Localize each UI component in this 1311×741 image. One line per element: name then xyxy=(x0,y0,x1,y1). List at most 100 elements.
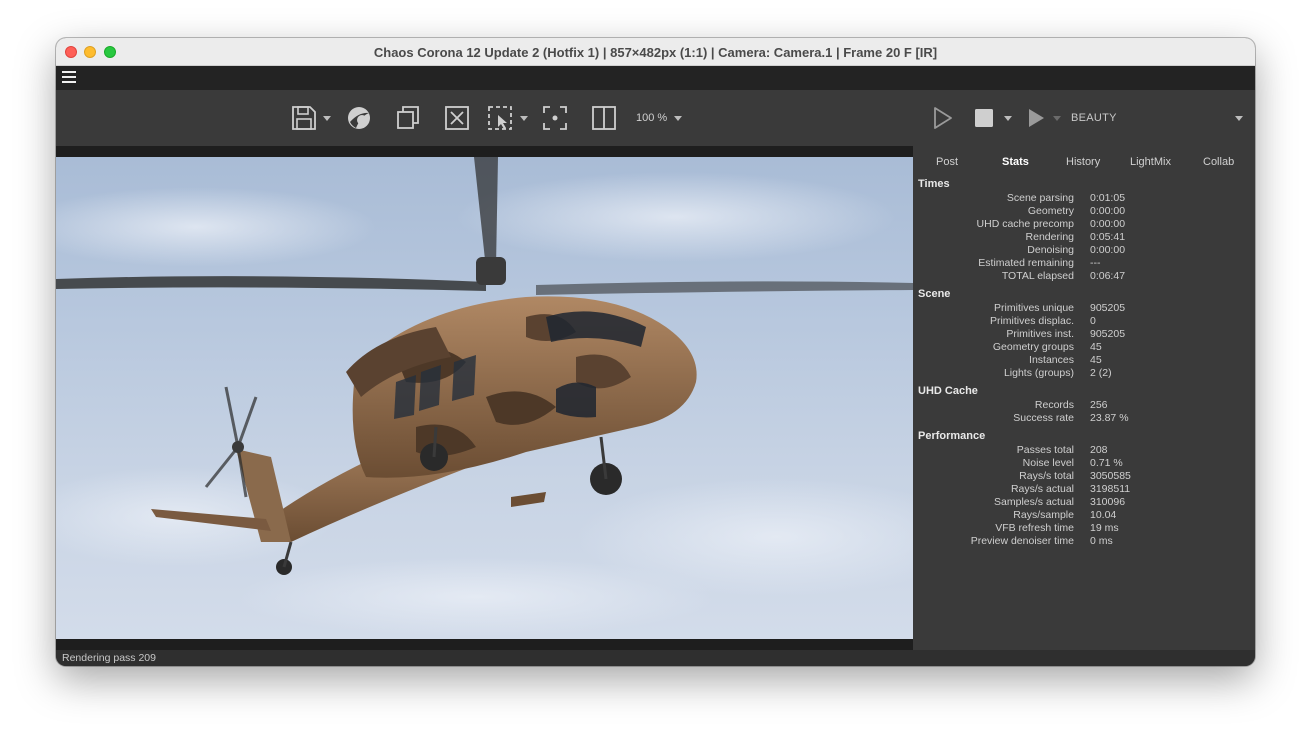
stat-value: 208 xyxy=(1090,444,1108,456)
stat-row: Rendering 0:05:41 xyxy=(913,231,1255,244)
section-performance-heading: Performance xyxy=(918,430,986,442)
stat-label: Noise level xyxy=(1022,457,1074,469)
menu-bar xyxy=(56,66,1255,90)
corona-logo-icon[interactable] xyxy=(345,104,373,132)
status-text: Rendering pass 209 xyxy=(62,652,156,664)
stat-row: Primitives displac. 0 xyxy=(913,315,1255,328)
stat-row: Scene parsing 0:01:05 xyxy=(913,192,1255,205)
vfb-window: Chaos Corona 12 Update 2 (Hotfix 1) | 85… xyxy=(56,38,1255,666)
play-outline-icon[interactable] xyxy=(928,104,956,132)
stat-row: Lights (groups) 2 (2) xyxy=(913,367,1255,380)
render-viewport[interactable] xyxy=(56,146,913,650)
stat-row: UHD cache precomp 0:00:00 xyxy=(913,218,1255,231)
stat-row: Geometry groups 45 xyxy=(913,341,1255,354)
stat-label: Lights (groups) xyxy=(1003,367,1074,379)
stat-label: Primitives unique xyxy=(994,302,1074,314)
stat-value: 3198511 xyxy=(1090,483,1131,495)
save-icon[interactable] xyxy=(290,104,318,132)
stats-list: Times Scene parsing 0:01:05 Geometry 0:00:0… xyxy=(913,176,1255,548)
stat-row: Instances 45 xyxy=(913,354,1255,367)
region-select-icon[interactable] xyxy=(486,104,514,132)
stat-label: VFB refresh time xyxy=(995,522,1074,534)
title-bar: Chaos Corona 12 Update 2 (Hotfix 1) | 85… xyxy=(56,38,1255,66)
stat-label: Geometry groups xyxy=(992,341,1074,353)
stat-value: 0:00:00 xyxy=(1090,205,1126,217)
stat-label: Primitives displac. xyxy=(989,315,1074,327)
section-uhd-cache-heading: UHD Cache xyxy=(918,385,978,397)
zoom-dropdown-chevron-icon[interactable] xyxy=(674,116,682,121)
stat-row: Success rate 23.87 % xyxy=(913,412,1255,425)
stat-row: Primitives unique 905205 xyxy=(913,302,1255,315)
status-bar: Rendering pass 209 xyxy=(56,650,1255,666)
stat-label: Scene parsing xyxy=(1006,192,1074,204)
section-scene-heading: Scene xyxy=(918,288,951,300)
stat-row: Noise level 0.71 % xyxy=(913,457,1255,470)
zoom-level[interactable]: 100 % xyxy=(636,112,667,124)
stat-row: Denoising 0:00:00 xyxy=(913,244,1255,257)
stat-value: 45 xyxy=(1090,341,1102,353)
stat-value: 256 xyxy=(1090,399,1108,411)
render-pass-select[interactable]: BEAUTY xyxy=(1071,112,1117,124)
play-dropdown-chevron-icon[interactable] xyxy=(1053,116,1061,121)
stat-value: 0.71 % xyxy=(1090,457,1123,469)
stat-value: 0:00:00 xyxy=(1090,218,1126,230)
play-icon[interactable] xyxy=(1022,104,1050,132)
toolbar: 100 % BEAUTY xyxy=(56,90,1255,146)
stat-row: Rays/s total 3050585 xyxy=(913,470,1255,483)
stat-row: VFB refresh time 19 ms xyxy=(913,522,1255,535)
stat-label: UHD cache precomp xyxy=(976,218,1074,230)
stat-row: Geometry 0:00:00 xyxy=(913,205,1255,218)
stat-row: Passes total 208 xyxy=(913,444,1255,457)
stat-value: 19 ms xyxy=(1090,522,1119,534)
clear-icon[interactable] xyxy=(443,104,471,132)
stat-label: Passes total xyxy=(1016,444,1074,456)
stat-value: 905205 xyxy=(1090,302,1126,314)
stat-label: Primitives inst. xyxy=(1006,328,1074,340)
stop-dropdown-chevron-icon[interactable] xyxy=(1004,116,1012,121)
stat-label: Records xyxy=(1034,399,1074,411)
stat-label: Rays/s total xyxy=(1019,470,1074,482)
stat-row: Preview denoiser time 0 ms xyxy=(913,535,1255,548)
panel-tabs: Post Stats History LightMix Collab xyxy=(913,146,1255,174)
pass-dropdown-chevron-icon[interactable] xyxy=(1235,116,1243,121)
stat-value: 2 (2) xyxy=(1090,367,1112,379)
stat-label: Denoising xyxy=(1027,244,1074,256)
stat-row: Rays/sample 10.04 xyxy=(913,509,1255,522)
stat-label: Rendering xyxy=(1025,231,1074,243)
stat-value: 0 ms xyxy=(1090,535,1113,547)
stat-row: Estimated remaining --- xyxy=(913,257,1255,270)
focus-point-icon[interactable] xyxy=(541,104,569,132)
window-title: Chaos Corona 12 Update 2 (Hotfix 1) | 85… xyxy=(373,45,938,60)
stat-row: TOTAL elapsed 0:06:47 xyxy=(913,270,1255,283)
helicopter-render-image xyxy=(56,157,913,637)
copy-icon[interactable] xyxy=(394,104,422,132)
stat-row: Rays/s actual 3198511 xyxy=(913,483,1255,496)
tab-lightmix[interactable]: LightMix xyxy=(1130,156,1171,168)
save-dropdown-chevron-icon[interactable] xyxy=(323,116,331,121)
region-dropdown-chevron-icon[interactable] xyxy=(520,116,528,121)
stat-value: 0:00:00 xyxy=(1090,244,1126,256)
stat-value: 0 xyxy=(1090,315,1096,327)
stat-label: Geometry xyxy=(1027,205,1074,217)
stat-label: Instances xyxy=(1029,354,1074,366)
stop-icon[interactable] xyxy=(970,104,998,132)
stat-row: Samples/s actual 310096 xyxy=(913,496,1255,509)
stat-value: 0:05:41 xyxy=(1090,231,1126,243)
tab-post[interactable]: Post xyxy=(936,156,958,168)
stat-value: 10.04 xyxy=(1090,509,1117,521)
stat-value: --- xyxy=(1090,257,1101,269)
render-image[interactable] xyxy=(56,157,913,639)
hamburger-menu-icon[interactable] xyxy=(62,71,76,83)
stat-label: TOTAL elapsed xyxy=(1001,270,1074,282)
stat-value: 0:06:47 xyxy=(1090,270,1126,282)
tab-history[interactable]: History xyxy=(1066,156,1100,168)
stat-value: 0:01:05 xyxy=(1090,192,1126,204)
tab-collab[interactable]: Collab xyxy=(1203,156,1234,168)
tab-stats[interactable]: Stats xyxy=(1002,156,1029,168)
stat-row: Primitives inst. 905205 xyxy=(913,328,1255,341)
side-panel: Post Stats History LightMix Collab Times… xyxy=(913,146,1255,650)
stat-label: Rays/sample xyxy=(1013,509,1074,521)
stat-label: Preview denoiser time xyxy=(970,535,1074,547)
split-view-icon[interactable] xyxy=(590,104,618,132)
section-times-heading: Times xyxy=(918,178,950,190)
